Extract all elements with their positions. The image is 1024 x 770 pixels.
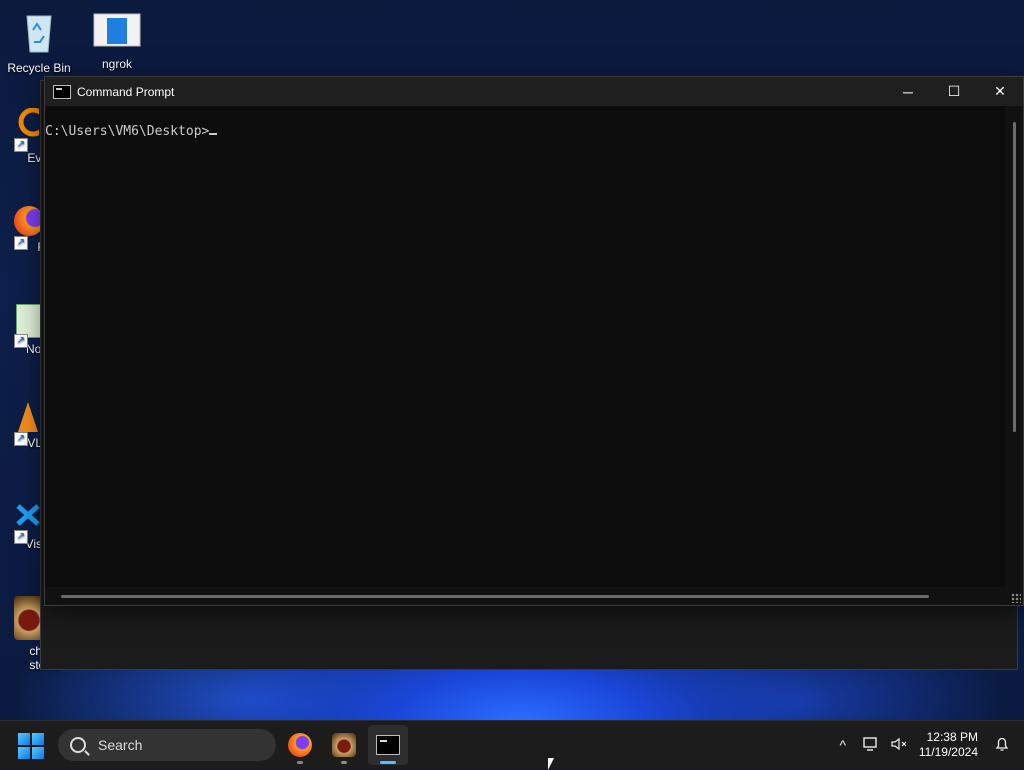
close-button[interactable]: ✕ bbox=[977, 77, 1023, 106]
shortcut-arrow-icon: ↗ bbox=[14, 530, 28, 544]
taskbar-search-box[interactable]: Search bbox=[58, 729, 276, 761]
command-prompt-text: C:\Users\VM6\Desktop> bbox=[45, 124, 210, 139]
taskbar-clock[interactable]: 12:38 PM 11/19/2024 bbox=[919, 730, 978, 760]
vlc-cone-icon bbox=[18, 402, 38, 432]
windows-logo-tile bbox=[18, 747, 30, 759]
text-cursor bbox=[209, 133, 218, 135]
ngrok-app-icon bbox=[93, 13, 141, 47]
running-indicator bbox=[341, 761, 347, 764]
windows-logo-tile bbox=[18, 733, 30, 745]
desktop-icon-label: Recycle Bin bbox=[7, 61, 71, 75]
shortcut-arrow-icon: ↗ bbox=[14, 138, 28, 152]
maximize-button[interactable]: ☐ bbox=[931, 77, 977, 106]
network-icon[interactable] bbox=[857, 736, 885, 754]
command-prompt-icon bbox=[376, 735, 400, 755]
taskbar-app-charlie-steak[interactable] bbox=[324, 725, 364, 765]
show-hidden-icons-chevron-icon[interactable]: ^ bbox=[829, 737, 857, 753]
vertical-scrollbar[interactable] bbox=[1005, 106, 1023, 587]
notification-bell-icon[interactable] bbox=[988, 736, 1016, 755]
running-indicator bbox=[297, 761, 303, 764]
vertical-scrollbar-thumb[interactable] bbox=[1013, 122, 1016, 432]
horizontal-scrollbar-thumb[interactable] bbox=[61, 595, 929, 598]
active-indicator bbox=[380, 761, 396, 764]
console-output[interactable]: C:\Users\VM6\Desktop> bbox=[45, 106, 1005, 587]
window-title: Command Prompt bbox=[77, 84, 175, 99]
titlebar[interactable]: Command Prompt ─ ☐ ✕ bbox=[45, 77, 1023, 106]
charlie-steak-icon bbox=[332, 733, 356, 757]
start-button[interactable] bbox=[18, 733, 44, 759]
search-icon bbox=[70, 737, 86, 753]
search-placeholder: Search bbox=[98, 737, 143, 753]
firefox-icon bbox=[288, 733, 312, 757]
desktop-icon-ngrok[interactable]: ngrok bbox=[78, 10, 156, 71]
minimize-button[interactable]: ─ bbox=[885, 77, 931, 106]
desktop-icon-label: ngrok bbox=[101, 57, 133, 71]
taskbar-app-firefox[interactable] bbox=[280, 725, 320, 765]
desktop-icon-recycle-bin[interactable]: Recycle Bin bbox=[0, 10, 78, 75]
shortcut-arrow-icon: ↗ bbox=[14, 334, 28, 348]
clock-time: 12:38 PM bbox=[926, 730, 978, 744]
mouse-pointer-icon bbox=[548, 758, 554, 770]
horizontal-scrollbar[interactable] bbox=[45, 587, 1023, 605]
volume-muted-icon[interactable] bbox=[885, 737, 913, 754]
windows-logo-tile bbox=[32, 747, 44, 759]
command-prompt-icon bbox=[53, 84, 71, 99]
system-tray: ^ 12:38 PM 11/19/2024 bbox=[829, 721, 1024, 769]
shortcut-arrow-icon: ↗ bbox=[14, 432, 28, 446]
console-line: C:\Users\VM6\Desktop> bbox=[45, 124, 1005, 139]
recycle-bin-icon bbox=[26, 15, 52, 53]
shortcut-arrow-icon: ↗ bbox=[14, 236, 28, 250]
taskbar-app-command-prompt[interactable] bbox=[368, 725, 408, 765]
windows-logo-tile bbox=[32, 733, 44, 745]
resize-grip-icon[interactable] bbox=[1011, 593, 1021, 603]
command-prompt-window[interactable]: Command Prompt ─ ☐ ✕ C:\Users\VM6\Deskto… bbox=[44, 76, 1024, 606]
clock-date: 11/19/2024 bbox=[918, 745, 978, 759]
taskbar: Search ^ 12:38 PM 11/19/2024 bbox=[0, 720, 1024, 769]
